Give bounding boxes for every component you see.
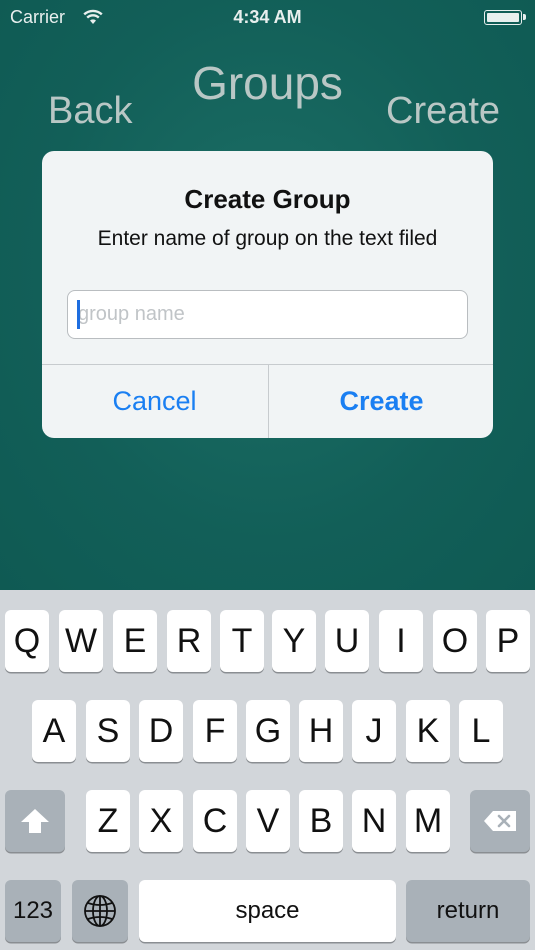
create-button[interactable]: Create	[269, 365, 493, 438]
return-key[interactable]: return	[406, 880, 530, 942]
clock: 4:34 AM	[233, 7, 302, 27]
key-w[interactable]: W	[59, 610, 103, 672]
key-u[interactable]: U	[325, 610, 369, 672]
key-h[interactable]: H	[299, 700, 343, 762]
delete-icon	[482, 809, 518, 833]
group-name-input[interactable]	[67, 290, 468, 339]
key-p[interactable]: P	[486, 610, 530, 672]
globe-icon	[83, 894, 117, 928]
cancel-button[interactable]: Cancel	[42, 365, 267, 438]
dialog-title: Create Group	[184, 184, 351, 214]
key-k[interactable]: K	[406, 700, 450, 762]
key-z[interactable]: Z	[86, 790, 130, 852]
status-bar: Carrier 4:34 AM	[0, 0, 535, 36]
key-r[interactable]: R	[167, 610, 211, 672]
space-key[interactable]: space	[139, 880, 396, 942]
key-t[interactable]: T	[220, 610, 264, 672]
key-i[interactable]: I	[379, 610, 423, 672]
keyboard: Q W E R T Y U I O P A S D F G H J K L Z …	[0, 590, 535, 950]
key-b[interactable]: B	[299, 790, 343, 852]
key-a[interactable]: A	[32, 700, 76, 762]
shift-key[interactable]	[5, 790, 65, 852]
key-m[interactable]: M	[406, 790, 450, 852]
key-g[interactable]: G	[246, 700, 290, 762]
key-d[interactable]: D	[139, 700, 183, 762]
shift-icon	[19, 807, 51, 835]
key-n[interactable]: N	[352, 790, 396, 852]
key-j[interactable]: J	[352, 700, 396, 762]
back-button[interactable]: Back	[48, 90, 132, 133]
globe-key[interactable]	[72, 880, 128, 942]
create-group-dialog: Create Group Enter name of group on the …	[42, 151, 493, 438]
key-v[interactable]: V	[246, 790, 290, 852]
key-l[interactable]: L	[459, 700, 503, 762]
numbers-key[interactable]: 123	[5, 880, 61, 942]
delete-key[interactable]	[470, 790, 530, 852]
key-e[interactable]: E	[113, 610, 157, 672]
key-o[interactable]: O	[433, 610, 477, 672]
create-nav-button[interactable]: Create	[386, 90, 500, 133]
key-x[interactable]: X	[139, 790, 183, 852]
key-s[interactable]: S	[86, 700, 130, 762]
key-q[interactable]: Q	[5, 610, 49, 672]
key-c[interactable]: C	[193, 790, 237, 852]
battery-icon	[484, 10, 526, 25]
key-y[interactable]: Y	[272, 610, 316, 672]
dialog-message: Enter name of group on the text filed	[97, 227, 438, 250]
key-f[interactable]: F	[193, 700, 237, 762]
text-cursor	[77, 300, 80, 329]
